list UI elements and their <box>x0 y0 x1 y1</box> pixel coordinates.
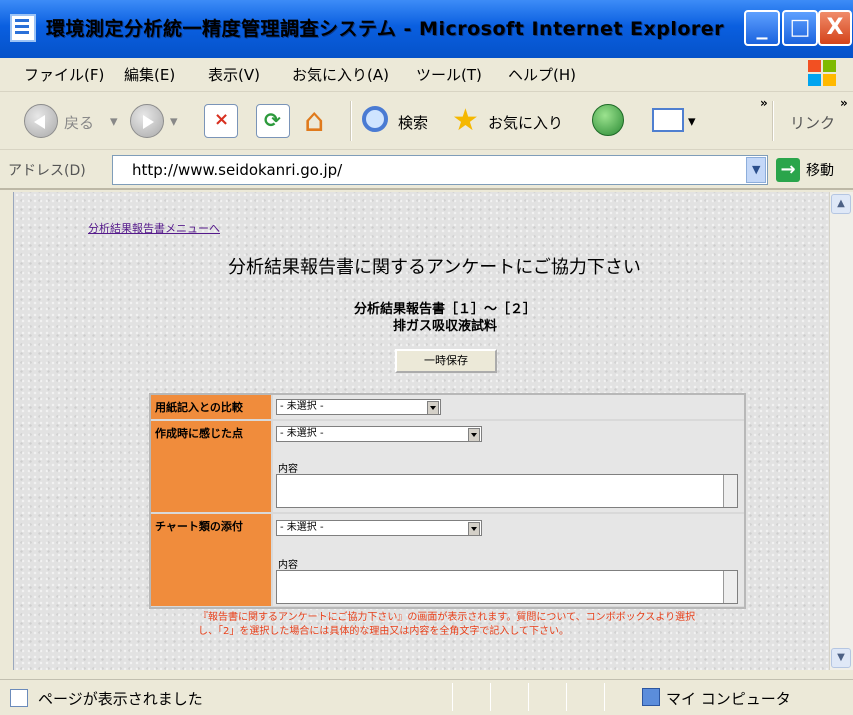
my-computer-icon <box>642 688 660 706</box>
chart-attachment-select[interactable]: - 未選択 - <box>276 520 482 536</box>
links-label[interactable]: リンク <box>790 112 835 133</box>
status-panel-divider <box>604 683 605 711</box>
ie-page-icon <box>10 14 36 42</box>
scroll-down-icon[interactable]: ▼ <box>831 648 851 668</box>
textarea-scrollbar[interactable] <box>723 571 737 603</box>
impressions-content-label: 内容 <box>278 464 298 475</box>
search-button-label[interactable]: 検索 <box>398 112 428 133</box>
report-menu-link[interactable]: 分析結果報告書メニューへ <box>88 220 220 236</box>
row-label-impressions: 作成時に感じた点 <box>151 421 271 512</box>
toolbar-chevron[interactable]: » <box>760 96 768 110</box>
status-panel-divider <box>490 683 491 711</box>
mail-dropdown-icon[interactable]: ▾ <box>688 112 696 130</box>
go-button-label[interactable]: 移動 <box>806 160 834 180</box>
row-label-comparison: 用紙記入との比較 <box>151 395 271 419</box>
windows-logo-icon <box>808 60 838 88</box>
status-panel-divider <box>566 683 567 711</box>
toolbar-separator-links <box>772 101 774 141</box>
browser-frame-left <box>0 192 14 670</box>
address-dropdown-icon[interactable]: ▼ <box>746 157 766 183</box>
impressions-textarea[interactable] <box>276 474 738 508</box>
impressions-select-value: - 未選択 - <box>280 428 324 439</box>
menu-favorites[interactable]: お気に入り(A) <box>292 64 389 85</box>
comparison-select-value: - 未選択 - <box>280 401 324 412</box>
home-icon[interactable]: ⌂ <box>304 102 324 138</box>
textarea-scrollbar[interactable] <box>723 475 737 507</box>
menu-help[interactable]: ヘルプ(H) <box>508 64 576 85</box>
menu-view[interactable]: 表示(V) <box>208 64 260 85</box>
instruction-note: 『報告書に関するアンケートにご協力下さい』の画面が表示されます。質問について、コ… <box>198 612 696 637</box>
menu-tools[interactable]: ツール(T) <box>416 64 482 85</box>
sample-name: 排ガス吸収液試料 <box>392 319 497 334</box>
favorites-star-icon[interactable]: ★ <box>452 106 479 136</box>
window-title: 環境測定分析統一精度管理調査システム - Microsoft Internet … <box>46 18 725 40</box>
vertical-scrollbar[interactable] <box>829 192 853 670</box>
row-label-chart-attachment: チャート類の添付 <box>151 514 271 606</box>
status-panel-divider <box>452 683 453 711</box>
status-panel-divider <box>528 683 529 711</box>
temporary-save-button[interactable]: 一時保存 <box>395 349 497 373</box>
mail-icon[interactable] <box>652 108 684 132</box>
back-dropdown-icon[interactable]: ▾ <box>110 112 118 130</box>
forward-arrow-icon[interactable] <box>130 104 164 138</box>
maximize-button[interactable]: □ <box>782 10 818 46</box>
chart-attachment-select-value: - 未選択 - <box>280 522 324 533</box>
menu-edit[interactable]: 編集(E) <box>124 64 175 85</box>
menu-file[interactable]: ファイル(F) <box>24 64 104 85</box>
report-subtitle: 分析結果報告書［１］〜［２］ 排ガス吸収液試料 <box>330 301 560 335</box>
refresh-icon[interactable]: ⟳ <box>256 104 290 138</box>
search-icon[interactable] <box>362 106 388 132</box>
back-arrow-icon[interactable] <box>24 104 58 138</box>
chart-attachment-textarea[interactable] <box>276 570 738 604</box>
chevron-down-icon[interactable] <box>427 401 439 415</box>
security-zone: マイ コンピュータ <box>666 690 791 708</box>
toolbar-separator <box>350 101 352 141</box>
chart-attachment-content-label: 内容 <box>278 560 298 571</box>
minimize-button[interactable]: _ <box>744 10 780 46</box>
close-button[interactable]: X <box>818 10 852 46</box>
page-title: 分析結果報告書に関するアンケートにご協力下さい <box>228 257 641 278</box>
impressions-select[interactable]: - 未選択 - <box>276 426 482 442</box>
favorites-button-label[interactable]: お気に入り <box>488 112 563 133</box>
links-chevron[interactable]: » <box>840 96 848 110</box>
status-text: ページが表示されました <box>38 690 203 708</box>
scroll-up-icon[interactable]: ▲ <box>831 194 851 214</box>
chevron-down-icon[interactable] <box>468 428 480 442</box>
report-range: 分析結果報告書［１］〜［２］ <box>353 302 536 317</box>
address-url[interactable]: http://www.seidokanri.go.jp/ <box>132 161 342 179</box>
comparison-select[interactable]: - 未選択 - <box>276 399 441 415</box>
page-status-icon <box>10 689 28 707</box>
back-button-label[interactable]: 戻る <box>64 112 94 133</box>
history-icon[interactable] <box>592 104 624 136</box>
address-label: アドレス(D) <box>8 163 86 179</box>
chevron-down-icon[interactable] <box>468 522 480 536</box>
go-arrow-icon[interactable]: → <box>776 158 800 182</box>
forward-dropdown-icon[interactable]: ▾ <box>170 112 178 130</box>
stop-icon[interactable]: × <box>204 104 238 138</box>
